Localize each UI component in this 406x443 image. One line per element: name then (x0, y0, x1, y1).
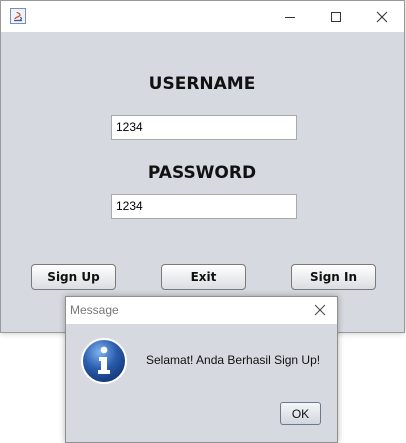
close-icon (376, 11, 388, 22)
password-input[interactable]: 1234 (111, 194, 297, 219)
username-input[interactable]: 1234 (111, 115, 297, 140)
exit-button[interactable]: Exit (161, 264, 246, 290)
maximize-button[interactable] (313, 1, 359, 32)
dialog-title-bar[interactable]: Message (66, 297, 337, 324)
dialog-message: Selamat! Anda Berhasil Sign Up! (146, 353, 321, 367)
minimize-icon (285, 16, 295, 18)
title-bar[interactable] (1, 1, 404, 32)
main-window: USERNAME 1234 PASSWORD 1234 Sign Up Exit… (0, 0, 405, 333)
ok-button[interactable]: OK (280, 402, 321, 425)
dialog-title: Message (70, 303, 119, 317)
close-button[interactable] (359, 1, 405, 32)
message-dialog: Message Selamat! Anda Berhasil Sign Up! … (65, 296, 338, 443)
info-icon (81, 338, 127, 384)
username-label: USERNAME (148, 74, 256, 94)
login-form: USERNAME 1234 PASSWORD 1234 Sign Up Exit… (1, 32, 404, 332)
dialog-close-button[interactable] (309, 300, 331, 320)
sign-in-button[interactable]: Sign In (291, 264, 376, 290)
minimize-button[interactable] (267, 1, 313, 32)
sign-up-button[interactable]: Sign Up (31, 264, 116, 290)
password-label: PASSWORD (147, 163, 257, 183)
maximize-icon (331, 11, 341, 22)
close-icon (314, 304, 326, 316)
java-app-icon (10, 8, 26, 24)
